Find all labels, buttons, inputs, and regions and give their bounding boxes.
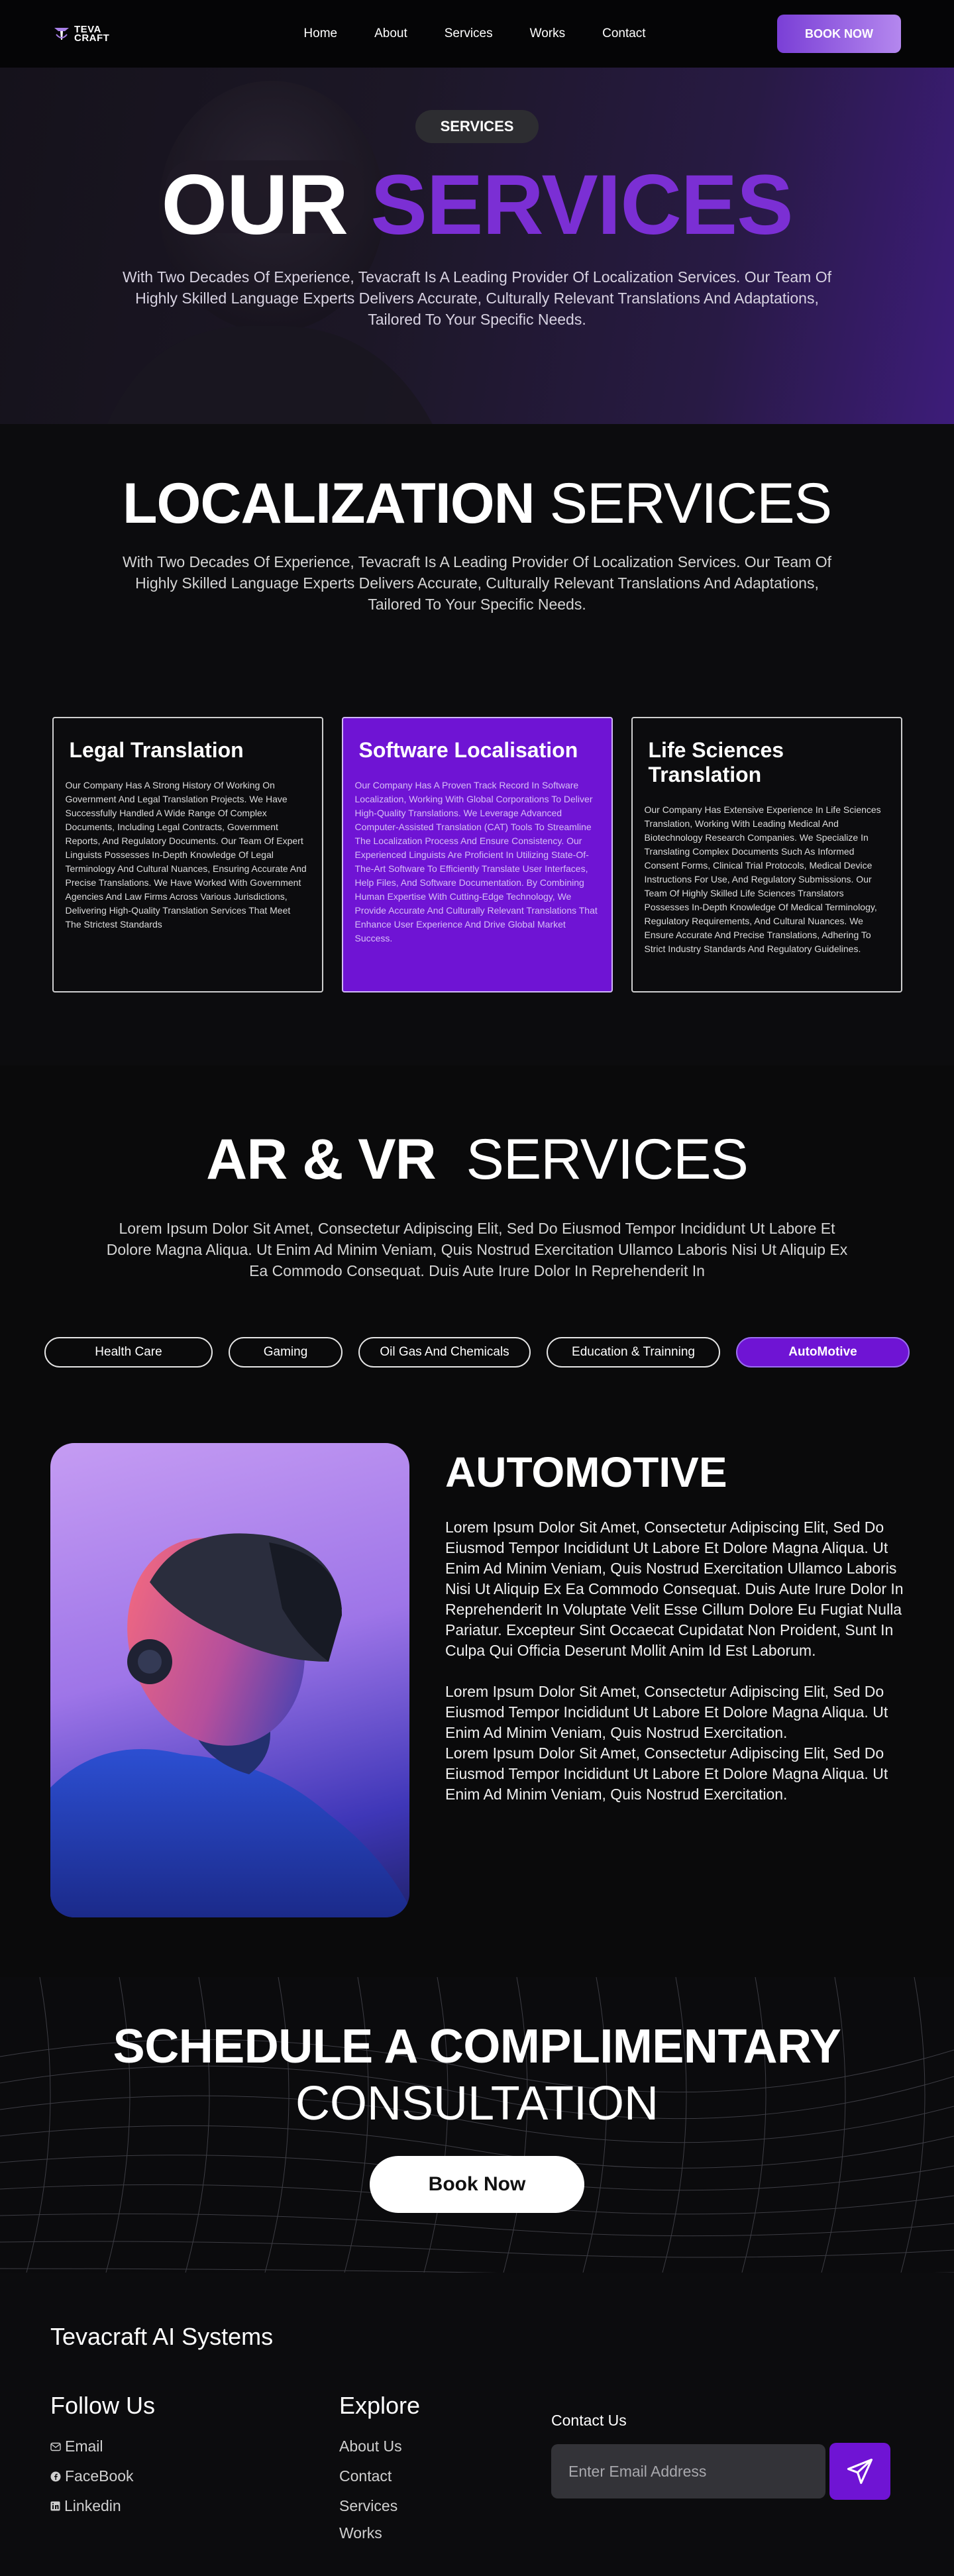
footer-link-about-us[interactable]: About Us (339, 2432, 420, 2461)
automotive-paragraph-3: Lorem Ipsum Dolor Sit Amet, Consectetur … (445, 1744, 888, 1803)
nav-link-services[interactable]: Services (445, 27, 493, 41)
nav-link-contact[interactable]: Contact (602, 27, 645, 41)
schedule-title-line2: CONSULTATION (295, 2077, 659, 2130)
localization-title-light: SERVICES (549, 472, 832, 535)
footer: Tevacraft AI Systems Follow Us Email Fac… (0, 2273, 954, 2576)
tab-education-training[interactable]: Education & Trainning (547, 1337, 720, 1368)
localization-description: With Two Decades Of Experience, Tevacraf… (122, 553, 831, 613)
footer-link-facebook[interactable]: FaceBook (50, 2461, 155, 2491)
footer-link-facebook-label: FaceBook (65, 2467, 134, 2485)
nav-link-works[interactable]: Works (530, 27, 565, 41)
nav-link-home[interactable]: Home (303, 27, 337, 41)
newsletter-form (551, 2443, 890, 2500)
automotive-title: AUTOMOTIVE (445, 1448, 727, 1496)
arvr-title-bold: AR & VR (206, 1128, 437, 1191)
footer-link-linkedin-label: Linkedin (64, 2497, 121, 2514)
localization-cards: Legal Translation Our Company Has A Stro… (0, 717, 954, 993)
card-software-localisation[interactable]: Software Localisation Our Company Has A … (341, 717, 613, 993)
explore-heading: Explore (339, 2392, 421, 2419)
footer-link-linkedin[interactable]: Linkedin (50, 2491, 155, 2521)
mail-icon (50, 2442, 61, 2451)
hero-badge: SERVICES (415, 110, 539, 143)
top-navigation: TEVA CRAFT Home About Services Works Con… (0, 0, 954, 68)
footer-link-services[interactable]: Services (339, 2491, 420, 2521)
automotive-detail: AUTOMOTIVE Lorem Ipsum Dolor Sit Amet, C… (0, 1443, 954, 1920)
industry-tabs: Health Care Gaming Oil Gas And Chemicals… (0, 1337, 954, 1368)
vr-person-illustration (50, 1533, 409, 1917)
hero-title: OUR SERVICES (0, 160, 954, 250)
localization-title: LOCALIZATION SERVICES (0, 470, 954, 537)
card-text: Our Company Has Extensive Experience In … (644, 804, 881, 954)
nav-link-about[interactable]: About (374, 27, 407, 41)
footer-brand: Tevacraft AI Systems (50, 2323, 274, 2350)
arvr-title: AR & VR SERVICES (0, 1065, 954, 1193)
card-life-sciences-translation[interactable]: Life Sciences Translation Our Company Ha… (631, 717, 902, 993)
facebook-icon (50, 2471, 61, 2481)
hero-description: With Two Decades Of Experience, Tevacraf… (122, 268, 831, 328)
logo-text: TEVA CRAFT (74, 25, 110, 44)
nav-links: Home About Services Works Contact (303, 27, 645, 41)
send-icon (847, 2458, 873, 2485)
contact-us-label: Contact Us (551, 2412, 627, 2429)
hero-title-part2: SERVICES (370, 158, 794, 252)
arvr-section: AR & VR SERVICES Lorem Ipsum Dolor Sit A… (0, 1065, 954, 1977)
tab-health-care[interactable]: Health Care (44, 1337, 213, 1368)
localization-section: LOCALIZATION SERVICES With Two Decades O… (0, 424, 954, 1065)
email-input[interactable] (551, 2444, 825, 2498)
schedule-title-line1: SCHEDULE A COMPLIMENTARY (113, 2020, 841, 2073)
schedule-consultation-section: SCHEDULE A COMPLIMENTARY CONSULTATION Bo… (0, 1977, 954, 2273)
footer-link-works[interactable]: Works (339, 2521, 420, 2545)
logo-icon (54, 28, 69, 40)
tab-gaming[interactable]: Gaming (229, 1337, 343, 1368)
tab-oil-gas-chemicals[interactable]: Oil Gas And Chemicals (358, 1337, 531, 1368)
hero-section: SERVICES OUR SERVICES With Two Decades O… (0, 68, 954, 424)
footer-link-contact[interactable]: Contact (339, 2461, 420, 2491)
localization-title-bold: LOCALIZATION (122, 472, 535, 535)
vr-headset-man-image (50, 1443, 409, 1917)
footer-link-email-label: Email (65, 2438, 103, 2455)
footer-link-email[interactable]: Email (50, 2432, 155, 2461)
automotive-paragraph-2: Lorem Ipsum Dolor Sit Amet, Consectetur … (445, 1683, 888, 1741)
automotive-paragraph-1: Lorem Ipsum Dolor Sit Amet, Consectetur … (445, 1519, 904, 1659)
send-button[interactable] (829, 2443, 890, 2500)
automotive-text: AUTOMOTIVE Lorem Ipsum Dolor Sit Amet, C… (445, 1448, 908, 1805)
tab-automotive[interactable]: AutoMotive (736, 1337, 910, 1368)
follow-heading: Follow Us (50, 2392, 156, 2419)
book-now-button[interactable]: BOOK NOW (776, 15, 901, 53)
card-legal-translation[interactable]: Legal Translation Our Company Has A Stro… (52, 717, 323, 993)
linkedin-icon (50, 2501, 60, 2511)
footer-explore: Explore About Us Contact Services Works (339, 2392, 420, 2545)
schedule-book-now-button[interactable]: Book Now (370, 2156, 584, 2213)
logo-text-line2: CRAFT (74, 32, 110, 44)
card-title: Software Localisation (358, 738, 578, 762)
footer-follow-us: Follow Us Email FaceBook Linkedin (50, 2392, 155, 2521)
arvr-title-light: SERVICES (466, 1128, 749, 1191)
card-text: Our Company Has A Strong History Of Work… (65, 780, 307, 930)
hero-title-part1: OUR (161, 158, 348, 252)
footer-contact: Contact Us (551, 2412, 890, 2500)
logo[interactable]: TEVA CRAFT (53, 25, 119, 44)
card-title: Legal Translation (69, 738, 244, 762)
card-title: Life Sciences Translation (648, 738, 784, 786)
card-text: Our Company Has A Proven Track Record In… (354, 780, 598, 943)
arvr-description: Lorem Ipsum Dolor Sit Amet, Consectetur … (106, 1220, 848, 1279)
